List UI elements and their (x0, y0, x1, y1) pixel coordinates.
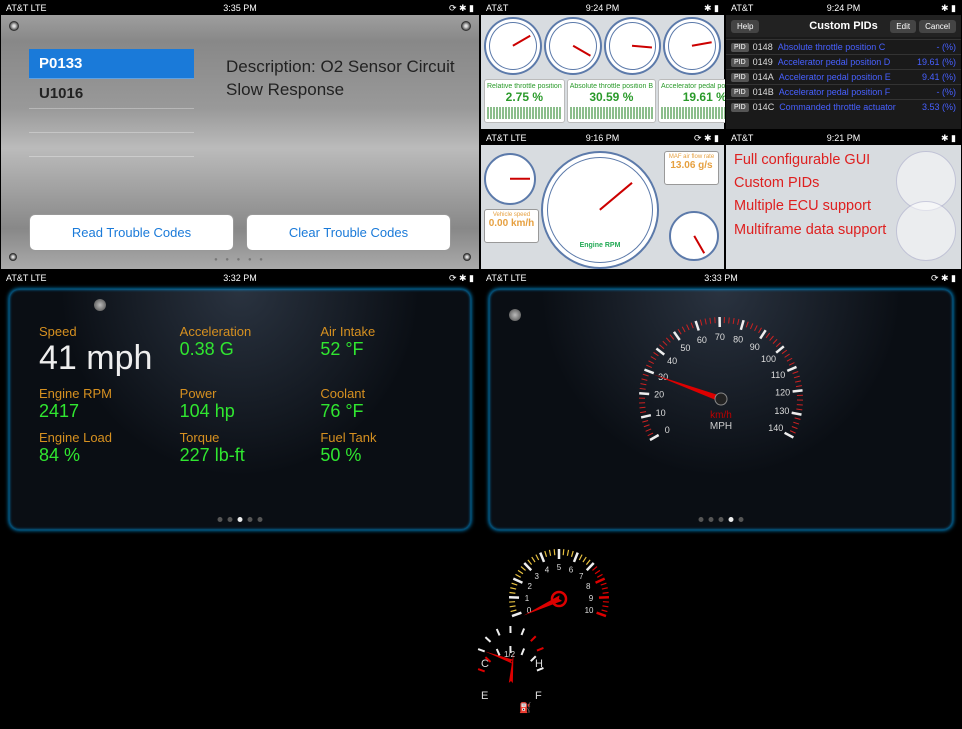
rpm-gauge[interactable]: Engine RPM (541, 151, 659, 269)
pid-row[interactable]: PID014BAccelerator pedal position F- (%) (726, 84, 961, 99)
gauge-grid-panel: AT&T 9:24 PM ✱ ▮ Relative throttle posit… (480, 0, 725, 130)
clock: 3:35 PM (223, 3, 257, 13)
fuel-gauge[interactable] (669, 211, 719, 261)
read-codes-button[interactable]: Read Trouble Codes (29, 214, 234, 251)
svg-text:10: 10 (656, 408, 666, 418)
code-description: Description: O2 Sensor Circuit Slow Resp… (226, 56, 456, 102)
pid-row[interactable]: PID0149Accelerator pedal position D19.61… (726, 54, 961, 69)
status-bar: AT&T 9:24 PM ✱ ▮ (481, 1, 724, 15)
mini-gauge[interactable] (663, 17, 721, 75)
digital-dashboard-panel: AT&T LTE 3:32 PM ⟳ ✱ ▮ Speed41 mph Accel… (0, 270, 480, 539)
svg-text:2: 2 (528, 582, 533, 591)
help-button[interactable]: Help (731, 20, 759, 33)
status-bar: AT&T LTE 3:32 PM ⟳ ✱ ▮ (1, 271, 479, 285)
coolant-metric: Coolant76 °F (320, 386, 451, 422)
svg-text:70: 70 (715, 332, 725, 342)
status-bar: AT&T 9:24 PM ✱ ▮ (726, 1, 961, 15)
carrier-label: AT&T LTE (6, 3, 47, 13)
page-dots: ● ● ● ● ● (214, 257, 266, 263)
custom-pids-panel: AT&T 9:24 PM ✱ ▮ Help Custom PIDs Edit C… (725, 0, 962, 130)
mini-gauge[interactable] (604, 17, 662, 75)
svg-text:E: E (481, 690, 488, 702)
pid-list[interactable]: PID0148Absolute throttle position C- (%)… (726, 39, 961, 114)
svg-text:130: 130 (774, 406, 789, 416)
svg-text:1: 1 (525, 594, 530, 603)
percent-readout[interactable]: Relative throttle position2.75 % (484, 79, 565, 123)
svg-text:0: 0 (665, 425, 670, 435)
svg-text:1/2: 1/2 (504, 650, 516, 659)
svg-text:9: 9 (589, 594, 594, 603)
mini-gauge[interactable] (544, 17, 602, 75)
svg-text:10: 10 (585, 606, 594, 615)
svg-text:80: 80 (733, 334, 743, 344)
pid-row[interactable]: PID0148Absolute throttle position C- (%) (726, 39, 961, 54)
fuel-gauge[interactable]: E F 1/2 ⛽ (469, 639, 554, 724)
speedometer[interactable]: 0102030405060708090100110120130140 km/hM… (631, 309, 811, 489)
page-title: Custom PIDs (809, 20, 877, 32)
pid-row[interactable]: PID014AAccelerator pedal position E9.41 … (726, 69, 961, 84)
code-list[interactable]: P0133 U1016 (29, 49, 194, 157)
power-metric: Power104 hp (180, 386, 311, 422)
svg-text:7: 7 (579, 572, 584, 581)
small-gauge[interactable] (484, 153, 536, 205)
rpm-metric: Engine RPM2417 (39, 386, 170, 422)
svg-text:50: 50 (680, 343, 690, 353)
svg-text:F: F (535, 690, 542, 702)
bg-gauge (896, 201, 956, 261)
fuel-metric: Fuel Tank50 % (320, 430, 451, 466)
svg-text:110: 110 (771, 370, 785, 380)
svg-text:120: 120 (775, 388, 790, 398)
svg-text:40: 40 (667, 356, 677, 366)
status-icons: ⟳ ✱ ▮ (449, 3, 474, 14)
speed-metric: Speed41 mph (39, 324, 170, 378)
clear-codes-button[interactable]: Clear Trouble Codes (246, 214, 451, 251)
svg-text:90: 90 (750, 342, 760, 352)
svg-text:3: 3 (535, 572, 540, 581)
svg-text:140: 140 (768, 423, 783, 433)
svg-text:100: 100 (761, 354, 776, 364)
dtc-code-item[interactable]: U1016 (29, 79, 194, 109)
pid-row[interactable]: PID014CCommanded throttle actuator3.53 (… (726, 99, 961, 114)
trouble-codes-panel: AT&T LTE 3:35 PM ⟳ ✱ ▮ P0133 U1016 Descr… (0, 0, 480, 270)
edit-button[interactable]: Edit (890, 20, 916, 33)
percent-readout[interactable]: Absolute throttle position B30.59 % (567, 79, 656, 123)
page-dots[interactable] (218, 517, 263, 522)
air-intake-metric: Air Intake52 °F (320, 324, 451, 378)
svg-text:4: 4 (545, 565, 550, 574)
svg-text:6: 6 (569, 565, 574, 574)
features-panel: AT&T 9:21 PM ✱ ▮ Full configurable GUI C… (725, 130, 962, 270)
load-metric: Engine Load84 % (39, 430, 170, 466)
orb-icon (94, 299, 106, 311)
cancel-button[interactable]: Cancel (919, 20, 956, 33)
svg-text:20: 20 (654, 390, 664, 400)
torque-metric: Torque227 lb-ft (180, 430, 311, 466)
svg-text:60: 60 (697, 335, 707, 345)
big-gauge-panel: AT&T LTE 9:16 PM ⟳ ✱ ▮ Engine RPM MAF ai… (480, 130, 725, 270)
feature-list: Full configurable GUI Custom PIDs Multip… (734, 149, 886, 242)
status-bar: AT&T LTE 9:16 PM ⟳ ✱ ▮ (481, 131, 724, 145)
maf-readout[interactable]: MAF air flow rate 13.06 g/s (664, 151, 719, 185)
svg-text:8: 8 (586, 582, 591, 591)
svg-text:⛽: ⛽ (519, 701, 531, 714)
status-bar: AT&T LTE 3:33 PM ⟳ ✱ ▮ (481, 271, 961, 285)
speed-readout[interactable]: Vehicle speed 0.00 km/h (484, 209, 539, 243)
mini-gauge[interactable] (484, 17, 542, 75)
accel-metric: Acceleration0.38 G (180, 324, 311, 378)
dtc-code-item[interactable]: P0133 (29, 49, 194, 79)
svg-text:5: 5 (557, 563, 562, 572)
status-bar: AT&T LTE 3:35 PM ⟳ ✱ ▮ (1, 1, 479, 15)
orb-icon (509, 309, 521, 321)
status-bar: AT&T 9:21 PM ✱ ▮ (726, 131, 961, 145)
page-dots[interactable] (699, 517, 744, 522)
analog-cluster-panel: AT&T LTE 3:33 PM ⟳ ✱ ▮ 01020304050607080… (480, 270, 962, 539)
